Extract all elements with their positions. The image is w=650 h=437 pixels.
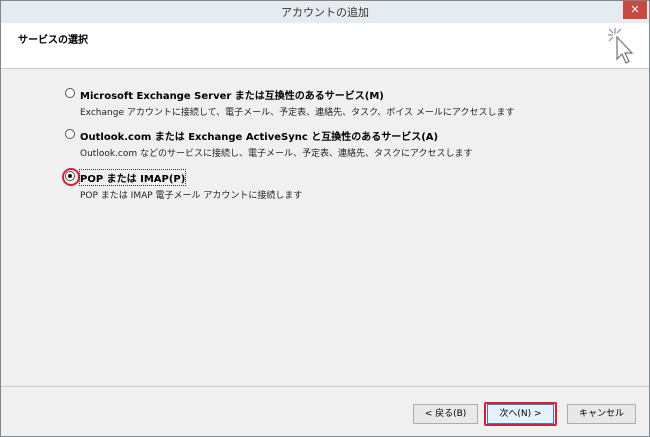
option-exchange-label[interactable]: Microsoft Exchange Server または互換性のあるサービス(… — [80, 87, 384, 102]
back-button[interactable]: < 戻る(B) — [413, 404, 478, 424]
close-button[interactable]: ✕ — [623, 1, 647, 19]
radio-exchange[interactable] — [65, 88, 75, 98]
page-title: サービスの選択 — [18, 35, 88, 46]
option-pop-imap-description: POP または IMAP 電子メール アカウントに接続します — [80, 191, 303, 201]
wizard-header: サービスの選択 — [1, 23, 649, 69]
option-exchange-description: Exchange アカウントに接続して、電子メール、予定表、連絡先、タスク、ボイ… — [80, 108, 515, 118]
cursor-sparkle-icon — [608, 28, 634, 64]
service-options: Microsoft Exchange Server または互換性のあるサービス(… — [1, 69, 649, 386]
account-add-dialog: アカウントの追加 ✕ サービスの選択 Microsoft Exchange Se… — [0, 0, 650, 437]
cancel-button[interactable]: キャンセル — [567, 404, 636, 424]
radio-pop-imap-highlight — [62, 168, 80, 186]
option-pop-imap-label[interactable]: POP または IMAP(P) — [78, 169, 187, 186]
radio-outlook-com[interactable] — [65, 129, 75, 139]
window-title: アカウントの追加 — [281, 6, 369, 19]
next-button-highlight — [484, 402, 557, 426]
footer-separator — [1, 386, 649, 387]
option-outlook-com-label[interactable]: Outlook.com または Exchange ActiveSync と互換性… — [80, 128, 438, 143]
option-outlook-com-description: Outlook.com などのサービスに接続し、電子メール、予定表、連絡先、タス… — [80, 149, 473, 159]
title-bar: アカウントの追加 ✕ — [1, 1, 649, 24]
